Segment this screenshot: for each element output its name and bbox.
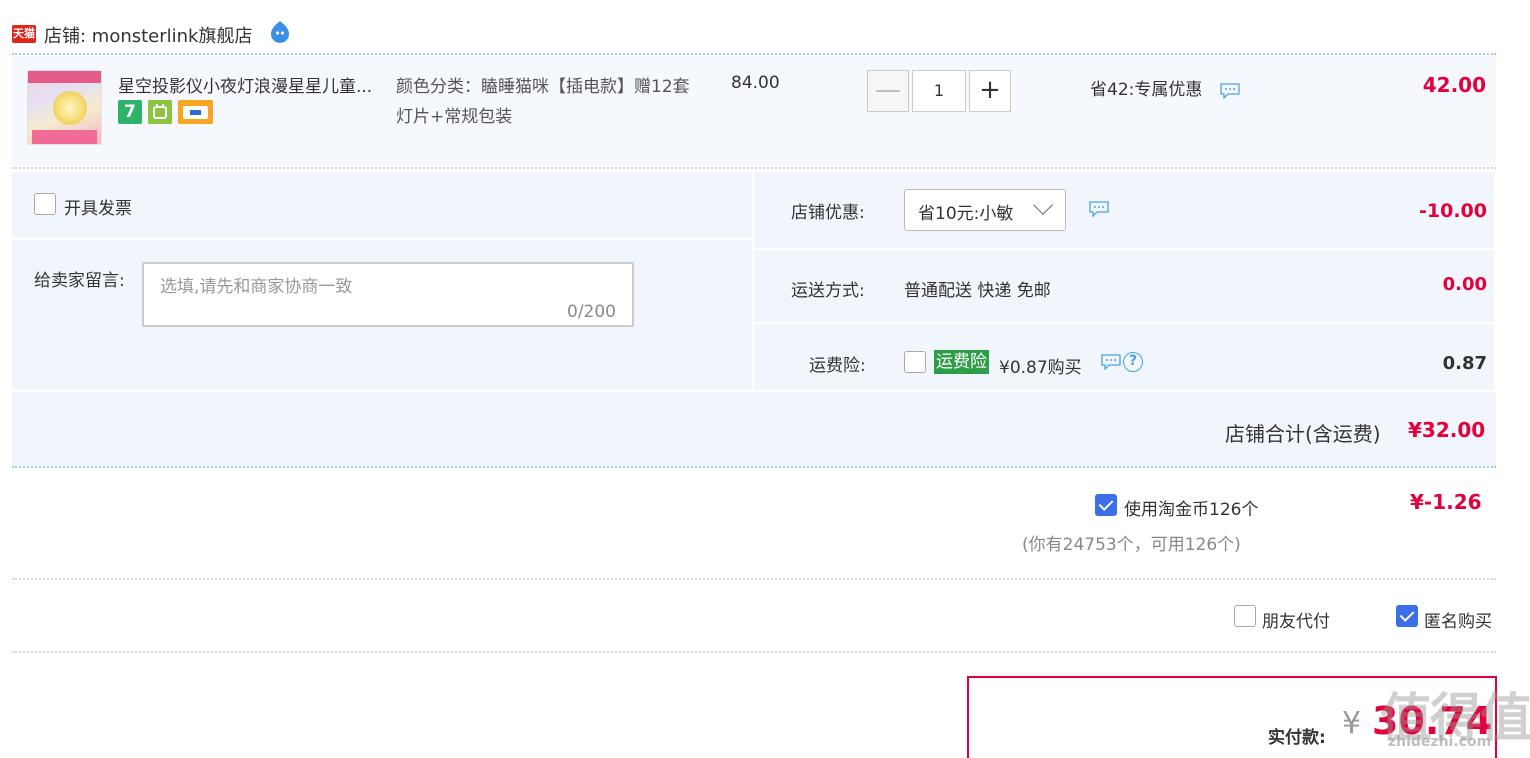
credit-card-icon bbox=[178, 100, 213, 124]
message-placeholder: 选填,请先和商家协商一致 bbox=[160, 277, 353, 297]
promo-label: 省42:专属优惠 bbox=[1090, 80, 1203, 100]
insurance-label: 运费险: bbox=[809, 356, 866, 376]
payment-guarantee-icon bbox=[148, 100, 172, 124]
friend-pay-checkbox[interactable] bbox=[1234, 605, 1256, 627]
use-coins-label: 使用淘金币126个 bbox=[1124, 500, 1259, 520]
shipping-method: 普通配送 快递 免邮 bbox=[904, 281, 1051, 301]
shop-total-amount: ¥32.00 bbox=[1408, 418, 1486, 442]
shipping-label: 运送方式: bbox=[791, 281, 865, 301]
item-subtotal: 42.00 bbox=[1422, 73, 1486, 97]
shop-discount-label: 店铺优惠: bbox=[791, 203, 865, 223]
item-divider bbox=[12, 167, 1496, 169]
comment-icon[interactable] bbox=[1101, 354, 1121, 371]
tmall-logo-icon: 天猫 bbox=[12, 25, 36, 43]
shop-divider bbox=[12, 53, 1496, 55]
product-thumbnail[interactable] bbox=[27, 70, 102, 145]
seven-day-return-icon: 7 bbox=[118, 100, 142, 124]
insurance-amount: 0.87 bbox=[1442, 353, 1487, 374]
use-coins-checkbox[interactable] bbox=[1095, 494, 1117, 516]
insurance-price: ¥0.87购买 bbox=[999, 358, 1082, 378]
comment-icon[interactable] bbox=[1220, 83, 1240, 100]
options-separator bbox=[754, 248, 1494, 250]
anonymous-checkbox[interactable] bbox=[1396, 605, 1418, 627]
anonymous-label: 匿名购买 bbox=[1424, 612, 1492, 632]
message-label: 给卖家留言: bbox=[34, 271, 125, 291]
help-icon[interactable]: ? bbox=[1123, 352, 1143, 372]
shop-discount-selected: 省10元:小敏 bbox=[918, 204, 1014, 224]
coins-divider bbox=[12, 578, 1496, 580]
shop-discount-amount: -10.00 bbox=[1419, 200, 1487, 222]
wangwang-chat-icon[interactable] bbox=[268, 20, 292, 44]
unit-price: 84.00 bbox=[731, 73, 780, 93]
product-title-link[interactable]: 星空投影仪小夜灯浪漫星星儿童... bbox=[118, 72, 372, 97]
watermark-url: zhidezhi.com bbox=[1388, 734, 1492, 750]
coins-discount-amount: ¥-1.26 bbox=[1410, 490, 1482, 514]
quantity-increase-button[interactable]: + bbox=[969, 70, 1011, 112]
comment-icon[interactable] bbox=[1089, 201, 1109, 218]
invoice-checkbox[interactable] bbox=[34, 193, 56, 215]
quantity-input[interactable]: 1 bbox=[912, 70, 966, 112]
payment-currency: ¥ bbox=[1342, 706, 1362, 741]
coins-balance-note: (你有24753个，可用126个) bbox=[1022, 535, 1241, 555]
options-divider bbox=[12, 651, 1496, 653]
shipping-amount: 0.00 bbox=[1442, 274, 1487, 295]
shop-name-link[interactable]: 店铺: monsterlink旗舰店 bbox=[44, 22, 253, 48]
quantity-decrease-button[interactable]: — bbox=[867, 70, 909, 112]
payment-label: 实付款: bbox=[1268, 728, 1326, 748]
options-separator bbox=[12, 238, 752, 240]
total-divider bbox=[12, 466, 1496, 468]
insurance-tag: 运费险 bbox=[934, 350, 989, 374]
invoice-label: 开具发票 bbox=[64, 199, 132, 219]
friend-pay-label: 朋友代付 bbox=[1262, 612, 1330, 632]
shop-total-label: 店铺合计(含运费) bbox=[1225, 422, 1381, 446]
options-separator bbox=[754, 322, 1494, 324]
sku-description: 颜色分类：瞌睡猫咪【插电款】赠12套灯片+常规包装 bbox=[396, 77, 690, 127]
insurance-checkbox[interactable] bbox=[904, 351, 926, 373]
message-char-count: 0/200 bbox=[567, 302, 616, 322]
